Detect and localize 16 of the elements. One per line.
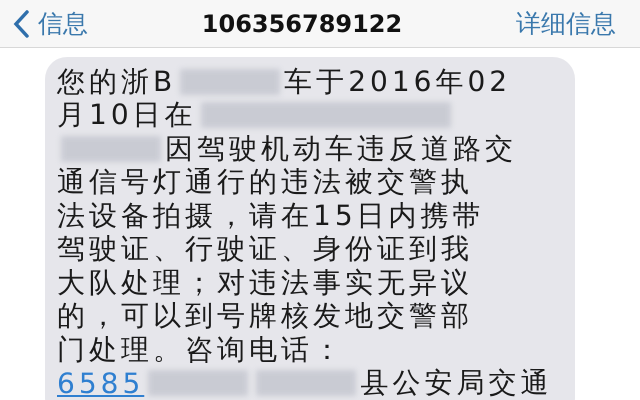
message-text: 驾驶证、行驶证、身份证到我: [57, 231, 473, 268]
message-text: 因驾驶机动车违反道路交: [165, 130, 517, 167]
message-text: 县公安局交通: [360, 365, 552, 400]
message-text: 大队处理；对违法事实无异议: [57, 264, 473, 301]
message-text: 的，可以到号牌核发地交警部: [57, 298, 473, 334]
message-text: 您的浙B: [57, 64, 176, 100]
phone-link[interactable]: 6585: [57, 366, 144, 400]
message-text: 月10日在: [57, 97, 197, 134]
back-button[interactable]: 信息: [12, 7, 88, 40]
message-text: 门处理。咨询电话：: [57, 332, 345, 368]
message-text: 通信号灯通行的违法被交警执: [57, 164, 473, 200]
message-text: 车于2016年02: [284, 64, 512, 100]
message-text: 法设备拍摄，请在15日内携带: [57, 198, 485, 234]
details-button[interactable]: 详细信息: [516, 7, 616, 40]
sender-number: 106356789122: [202, 10, 402, 38]
back-icon: [12, 8, 30, 38]
